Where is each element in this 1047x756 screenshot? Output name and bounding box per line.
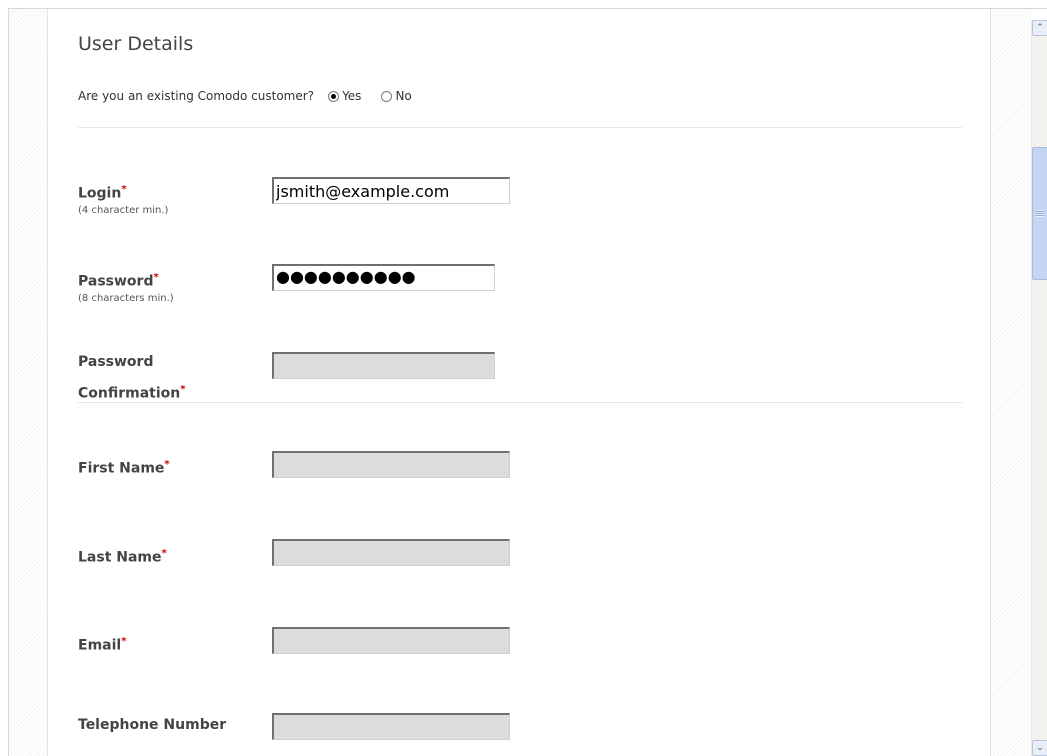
- vertical-scrollbar[interactable]: ⌃ ⌄: [1031, 20, 1047, 756]
- password-confirmation-label: Password: [78, 351, 153, 373]
- password-hint: (8 characters min.): [78, 293, 174, 304]
- last-name-label-text: Last Name: [78, 549, 162, 566]
- email-input[interactable]: [272, 627, 510, 654]
- scroll-down-button[interactable]: ⌄: [1032, 740, 1047, 756]
- radio-yes-label: Yes: [342, 89, 362, 103]
- first-name-input[interactable]: [272, 451, 510, 478]
- last-name-label: Last Name*: [78, 543, 167, 569]
- scroll-up-button[interactable]: ⌃: [1032, 20, 1047, 36]
- existing-customer-yes-option[interactable]: Yes: [328, 89, 361, 103]
- scroll-thumb[interactable]: [1032, 147, 1047, 280]
- password-input[interactable]: ●●●●●●●●●●: [272, 264, 495, 291]
- right-decorative-stripe: [990, 9, 1031, 756]
- divider-middle: [78, 402, 962, 403]
- radio-yes[interactable]: [328, 90, 340, 102]
- required-marker: *: [164, 459, 170, 470]
- password-confirmation-label-line2: Confirmation: [78, 385, 181, 402]
- user-details-form: User Details Are you an existing Comodo …: [48, 9, 989, 756]
- existing-customer-row: Are you an existing Comodo customer? Yes…: [78, 89, 412, 103]
- telephone-label: Telephone Number: [78, 714, 226, 736]
- password-confirmation-label-line1: Password: [78, 354, 154, 370]
- password-label: Password*: [78, 267, 159, 293]
- telephone-label-text: Telephone Number: [78, 717, 227, 733]
- browser-frame: User Details Are you an existing Comodo …: [0, 0, 1047, 756]
- login-label: Login*: [78, 179, 127, 205]
- required-marker: *: [121, 636, 127, 647]
- telephone-input[interactable]: [272, 713, 510, 740]
- email-label-text: Email: [78, 637, 122, 654]
- email-label: Email*: [78, 631, 126, 657]
- required-marker: *: [180, 384, 186, 395]
- last-name-input[interactable]: [272, 539, 510, 566]
- left-decorative-stripe: [9, 9, 48, 756]
- first-name-label: First Name*: [78, 454, 170, 480]
- login-input[interactable]: [272, 177, 510, 204]
- password-confirmation-label-2: Confirmation*: [78, 379, 186, 405]
- password-confirmation-input[interactable]: [272, 352, 495, 379]
- section-title: User Details: [78, 33, 194, 55]
- login-hint: (4 character min.): [78, 205, 169, 216]
- grip-icon: [1036, 210, 1044, 217]
- required-marker: *: [153, 272, 159, 283]
- required-marker: *: [161, 548, 167, 559]
- existing-customer-question: Are you an existing Comodo customer?: [78, 89, 315, 103]
- password-label-text: Password: [78, 273, 154, 290]
- password-masked-value: ●●●●●●●●●●: [276, 267, 416, 286]
- divider-top: [78, 127, 962, 128]
- login-label-text: Login: [78, 185, 122, 202]
- radio-no-label: No: [395, 89, 412, 103]
- chevron-up-icon: ⌃: [1036, 23, 1044, 33]
- chevron-down-icon: ⌄: [1036, 743, 1044, 753]
- existing-customer-no-option[interactable]: No: [381, 89, 412, 103]
- radio-no[interactable]: [381, 90, 393, 102]
- first-name-label-text: First Name: [78, 460, 165, 477]
- required-marker: *: [121, 184, 127, 195]
